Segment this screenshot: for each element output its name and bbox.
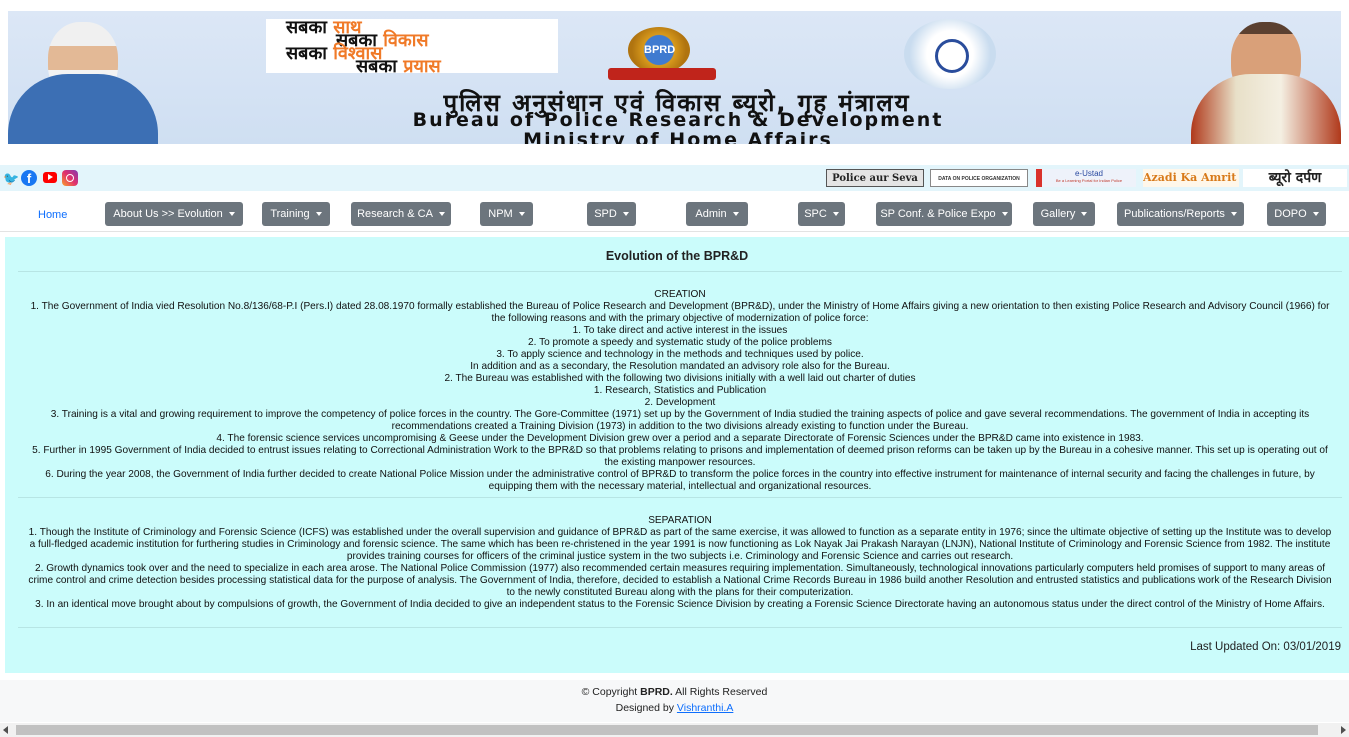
separation-paragraph: 3. In an identical move brought about by…: [35, 599, 1325, 610]
creation-paragraph: 3. Training is a vital and growing requi…: [50, 409, 1310, 432]
nav-item-label: SPD: [594, 208, 617, 220]
divider: [18, 497, 1342, 498]
scroll-right-arrow-icon[interactable]: [1341, 726, 1346, 734]
bureau-darpan-link[interactable]: ब्यूरो दर्पण: [1243, 169, 1347, 187]
caret-down-icon: [832, 212, 839, 217]
nav-item-label: NPM: [488, 208, 513, 220]
site-title-english: Bureau of Police Research & Development: [412, 109, 944, 131]
nav-item-label: SPC: [804, 208, 827, 220]
caret-down-icon: [438, 212, 445, 217]
designed-by-label: Designed by: [615, 702, 677, 714]
footer: © Copyright BPRD. All Rights Reserved De…: [0, 680, 1349, 722]
copyright-text: © Copyright BPRD. All Rights Reserved: [0, 686, 1349, 698]
caret-down-icon: [228, 212, 235, 217]
creation-paragraph: 1. To take direct and active interest in…: [572, 325, 788, 336]
instagram-icon[interactable]: [62, 170, 78, 186]
header-banner: सबका साथ सबका विकास सबका विश्वास सबका प्…: [8, 11, 1341, 144]
nav-item-label: DOPO: [1274, 208, 1307, 220]
pm-portrait-image: [8, 14, 158, 144]
nav-research-dropdown[interactable]: Research & CA: [351, 202, 451, 226]
nav-admin-dropdown[interactable]: Admin: [686, 202, 748, 226]
nav-item-label: About Us >> Evolution: [113, 208, 223, 220]
creation-paragraph: 5. Further in 1995 Government of India d…: [32, 445, 1328, 468]
creation-paragraph: 2. The Bureau was established with the f…: [444, 373, 916, 384]
nav-dopo-dropdown[interactable]: DOPO: [1267, 202, 1326, 226]
nav-spd-dropdown[interactable]: SPD: [587, 202, 636, 226]
nav-item-label: Research & CA: [357, 208, 433, 220]
divider: [18, 627, 1342, 628]
slogan-box: सबका साथ सबका विकास सबका विश्वास सबका प्…: [266, 19, 558, 76]
data-on-police-organization-link[interactable]: DATA ON POLICE ORGANIZATION: [930, 169, 1028, 187]
e-ustad-subtitle: Be a Learning Portal for Indian Police: [1055, 178, 1123, 183]
twitter-icon[interactable]: 🐦: [3, 172, 19, 185]
separation-section: SEPARATION 1. Though the Institute of Cr…: [25, 515, 1335, 611]
copyright-prefix: © Copyright: [581, 686, 641, 698]
amrit-mahotsav-link[interactable]: Azadi Ka Amrit Mahotsav: [1143, 169, 1239, 187]
police-aur-seva-link[interactable]: Police aur Seva: [826, 169, 924, 187]
caret-down-icon: [732, 212, 739, 217]
creation-paragraph: 2. To promote a speedy and systematic st…: [528, 337, 832, 348]
flag-graphic: [904, 19, 996, 89]
horizontal-scrollbar[interactable]: [0, 723, 1349, 737]
nav-home-link[interactable]: Home: [38, 209, 67, 221]
site-subtitle-ministry: Ministry of Home Affairs: [523, 129, 833, 144]
copyright-brand: BPRD.: [640, 686, 673, 698]
nav-about-us-dropdown[interactable]: About Us >> Evolution: [105, 202, 243, 226]
caret-down-icon: [1230, 212, 1237, 217]
creation-paragraph: 3. To apply science and technology in th…: [496, 349, 864, 360]
nav-spc-dropdown[interactable]: SPC: [798, 202, 845, 226]
caret-down-icon: [315, 212, 322, 217]
creation-paragraph: 1. Research, Statistics and Publication: [593, 385, 767, 396]
creation-paragraph: 6. During the year 2008, the Government …: [45, 469, 1315, 492]
hm-portrait-image: [1191, 14, 1341, 144]
facebook-icon[interactable]: f: [21, 170, 37, 186]
emblem-text: BPRD: [644, 44, 676, 56]
nav-training-dropdown[interactable]: Training: [262, 202, 330, 226]
nav-item-label: Gallery: [1040, 208, 1076, 220]
caret-down-icon: [1001, 212, 1008, 217]
nav-item-label: Training: [270, 208, 310, 220]
page-title: Evolution of the BPR&D: [605, 249, 749, 263]
designer-link[interactable]: Vishranthi.A: [677, 702, 733, 714]
e-ustad-link[interactable]: e-Ustad Be a Learning Portal for Indian P…: [1036, 169, 1136, 187]
caret-down-icon: [1312, 212, 1319, 217]
divider: [18, 271, 1342, 272]
creation-paragraph: In addition and as a secondary, the Reso…: [470, 361, 890, 372]
scrollbar-thumb[interactable]: [16, 725, 1318, 735]
nav-npm-dropdown[interactable]: NPM: [480, 202, 533, 226]
creation-section: CREATION 1. The Government of India vied…: [25, 289, 1335, 493]
nav-item-label: SP Conf. & Police Expo: [880, 208, 996, 220]
separation-paragraph: 1. Though the Institute of Criminology a…: [28, 527, 1332, 562]
nav-sp-conf-dropdown[interactable]: SP Conf. & Police Expo: [876, 202, 1012, 226]
creation-paragraph: 1. The Government of India vied Resoluti…: [30, 301, 1330, 324]
creation-heading: CREATION: [654, 289, 706, 300]
nav-item-label: Publications/Reports: [1124, 208, 1225, 220]
caret-down-icon: [622, 212, 629, 217]
creation-paragraph: 2. Development: [644, 397, 716, 408]
nav-item-label: Admin: [695, 208, 727, 220]
main-navigation: Home About Us >> Evolution Training Rese…: [0, 199, 1349, 232]
nav-publications-dropdown[interactable]: Publications/Reports: [1117, 202, 1244, 226]
creation-paragraph: 4. The forensic science services uncompr…: [216, 433, 1144, 444]
youtube-icon[interactable]: [43, 172, 57, 183]
separation-heading: SEPARATION: [648, 515, 712, 526]
nav-gallery-dropdown[interactable]: Gallery: [1033, 202, 1095, 226]
bprd-emblem-logo: BPRD: [606, 13, 718, 85]
caret-down-icon: [1081, 212, 1088, 217]
separation-paragraph: 2. Growth dynamics took over and the nee…: [28, 563, 1332, 598]
scroll-left-arrow-icon[interactable]: [3, 726, 8, 734]
main-content: Evolution of the BPR&D CREATION 1. The G…: [5, 237, 1349, 673]
e-ustad-title: e-Ustad: [1074, 169, 1103, 178]
caret-down-icon: [518, 212, 525, 217]
copyright-suffix: All Rights Reserved: [672, 686, 768, 698]
designer-credit: Designed by Vishranthi.A: [0, 702, 1349, 714]
last-updated-text: Last Updated On: 03/01/2019: [1190, 641, 1341, 653]
